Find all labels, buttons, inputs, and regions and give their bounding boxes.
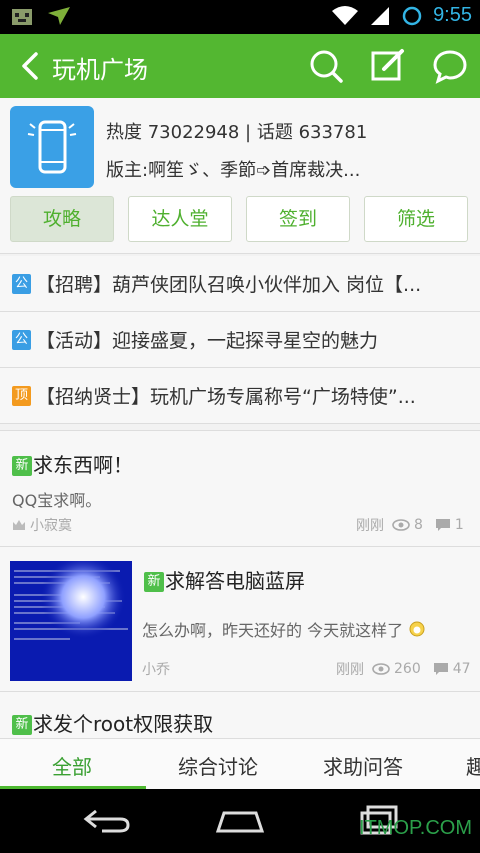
watermark: ITMOP.COM [359, 817, 472, 839]
post-comments: 47 [452, 661, 471, 677]
post-author-row: 小乔 [142, 659, 170, 679]
pinned-item[interactable]: 公 【活动】迎接盛夏，一起探寻星空的魅力 [0, 312, 480, 368]
app-header: 玩机广场 [0, 34, 480, 98]
new-badge: 新 [144, 572, 164, 592]
back-nav-icon[interactable] [82, 807, 132, 835]
status-bar: 9:55 [0, 0, 480, 34]
post-title-row: 新求东西啊！ [12, 449, 133, 478]
views-icon [372, 663, 390, 675]
tab-help[interactable]: 求助问答 [323, 751, 403, 780]
post-time: 刚刚 [336, 662, 364, 678]
post-author-row: 小寂寞 [12, 515, 72, 535]
home-nav-icon[interactable] [214, 807, 266, 835]
hall-of-fame-button[interactable]: 达人堂 [128, 196, 232, 242]
post-author: 小寂寞 [30, 518, 72, 534]
guide-button[interactable]: 攻略 [10, 196, 114, 242]
send-notification-icon [48, 7, 70, 25]
post-body: 怎么办啊，昨天还好的 今天就这样了 [142, 621, 404, 640]
compose-icon[interactable] [370, 48, 406, 84]
crown-icon [13, 520, 25, 530]
post-body-row: 怎么办啊，昨天还好的 今天就这样了 [142, 617, 426, 641]
pinned-item[interactable]: 顶 【招纳贤士】玩机广场专属称号“广场特使”... [0, 368, 480, 424]
post-stats: 刚刚 260 47 [336, 659, 471, 679]
tab-all[interactable]: 全部 [52, 751, 92, 780]
navigation-bar: ITMOP.COM [0, 789, 480, 853]
pinned-text: 【招纳贤士】玩机广场专属称号“广场特使”... [36, 386, 416, 408]
announcement-badge: 公 [12, 274, 31, 294]
battery-icon [402, 6, 422, 25]
forum-stats: 热度 73022948 | 话题 633781 [106, 122, 368, 143]
post-title-row: 新求解答电脑蓝屏 [144, 565, 305, 594]
tab-discussion[interactable]: 综合讨论 [178, 751, 258, 780]
post-title: 求发个root权限获取 [33, 712, 214, 736]
post-title-row: 新求发个root权限获取 [12, 708, 213, 737]
tab-fun[interactable]: 趣 [466, 751, 480, 780]
post-stats: 刚刚 8 1 [356, 515, 464, 535]
post-title: 求东西啊！ [33, 453, 133, 477]
status-time: 9:55 [433, 4, 472, 26]
app-notification-icon [12, 9, 32, 25]
post-views: 8 [414, 517, 423, 533]
post-comments: 1 [454, 517, 464, 533]
pinned-text: 【活动】迎接盛夏，一起探寻星空的魅力 [36, 330, 379, 352]
post-views: 260 [394, 661, 421, 677]
pinned-item[interactable]: 公 【招聘】葫芦侠团队召唤小伙伴加入 岗位【... [0, 256, 480, 312]
emoji-icon [409, 621, 425, 637]
pinned-text: 【招聘】葫芦侠团队召唤小伙伴加入 岗位【... [36, 274, 422, 296]
wifi-icon [332, 5, 359, 25]
signal-icon [371, 6, 390, 25]
page-title: 玩机广场 [52, 56, 148, 84]
post-time: 刚刚 [356, 518, 384, 534]
back-icon[interactable] [16, 50, 44, 82]
comments-icon [435, 519, 450, 531]
search-icon[interactable] [308, 48, 344, 84]
post-item[interactable]: 新求解答电脑蓝屏 怎么办啊，昨天还好的 今天就这样了 小乔 刚刚 260 47 [0, 547, 480, 692]
category-tabs: 全部 综合讨论 求助问答 趣 [0, 738, 480, 790]
message-icon[interactable] [432, 48, 468, 84]
post-item[interactable]: 新求东西啊！ QQ宝求啊。 小寂寞 刚刚 8 1 [0, 430, 480, 547]
forum-phone-icon [10, 106, 94, 188]
forum-info: 热度 73022948 | 话题 633781 版主:啊笙ゞ、季節➩首席裁决..… [0, 98, 480, 254]
post-thumbnail [10, 561, 132, 681]
new-badge: 新 [12, 715, 32, 735]
filter-button[interactable]: 筛选 [364, 196, 468, 242]
post-item[interactable]: 新求发个root权限获取 [0, 692, 480, 738]
announcement-badge: 公 [12, 330, 31, 350]
forum-moderators: 版主:啊笙ゞ、季節➩首席裁决... [106, 160, 361, 181]
comments-icon [433, 663, 448, 675]
new-badge: 新 [12, 456, 32, 476]
top-badge: 顶 [12, 386, 31, 406]
views-icon [392, 519, 410, 531]
check-in-button[interactable]: 签到 [246, 196, 350, 242]
post-author: 小乔 [142, 662, 170, 678]
post-title: 求解答电脑蓝屏 [165, 569, 305, 593]
post-body: QQ宝求啊。 [12, 491, 102, 510]
